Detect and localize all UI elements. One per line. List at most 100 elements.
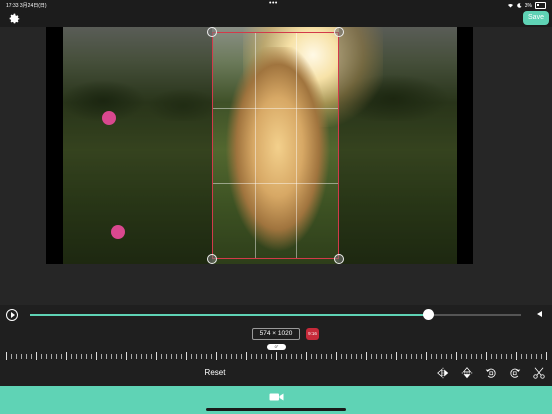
ruler-tick (406, 354, 407, 359)
scissors-icon[interactable] (532, 366, 546, 380)
ruler-tick (321, 354, 322, 359)
ruler-tick (431, 354, 432, 359)
crop-grid-line (213, 107, 338, 109)
status-bar: 17:33 3月24日(日) ••• 3% (0, 0, 552, 11)
ruler-tick (231, 354, 232, 359)
ruler-tick (411, 354, 412, 359)
ruler-tick (121, 354, 122, 359)
dimension-label[interactable]: 574 × 1020 (252, 328, 300, 340)
ruler-tick (86, 354, 87, 359)
ruler-tick (66, 352, 67, 360)
ruler-tick (501, 354, 502, 359)
ruler-tick (311, 354, 312, 359)
play-icon[interactable] (6, 309, 18, 321)
ruler-tick (401, 354, 402, 359)
crop-grid-line (213, 182, 338, 184)
crop-grid-line (296, 33, 297, 258)
ruler-tick (26, 354, 27, 359)
ruler-tick (266, 354, 267, 359)
ruler-tick (156, 352, 157, 360)
ruler-tick (61, 354, 62, 359)
multitasking-dots[interactable]: ••• (269, 0, 278, 7)
ruler-tick (131, 354, 132, 359)
marker-dot[interactable] (111, 225, 125, 239)
home-indicator[interactable] (206, 408, 346, 411)
ruler-tick (426, 352, 427, 360)
ruler-tick (441, 354, 442, 359)
ruler-tick (211, 354, 212, 359)
crop-frame[interactable] (212, 32, 339, 259)
flip-vertical-icon[interactable] (460, 366, 474, 380)
ruler-tick (41, 354, 42, 359)
ruler-tick (101, 354, 102, 359)
ruler-tick (396, 352, 397, 360)
ruler-tick (146, 354, 147, 359)
ruler-tick (256, 354, 257, 359)
ruler-tick (526, 354, 527, 359)
ruler-tick (306, 352, 307, 360)
ruler-tick (226, 354, 227, 359)
ruler-tick (111, 354, 112, 359)
ruler-tick (451, 354, 452, 359)
flip-horizontal-icon[interactable] (436, 366, 450, 380)
ruler-tick (461, 354, 462, 359)
ruler-tick (316, 354, 317, 359)
ruler-tick (271, 354, 272, 359)
aspect-ratio-badge[interactable]: 9:16 (306, 328, 319, 340)
ruler-tick (511, 354, 512, 359)
ruler-tick (251, 354, 252, 359)
ruler-tick (386, 354, 387, 359)
ruler-tick (216, 352, 217, 360)
ruler-tick (16, 354, 17, 359)
ruler-tick (186, 352, 187, 360)
chevron-left-icon[interactable] (535, 309, 545, 319)
playback-scrubber[interactable] (30, 309, 521, 320)
scrubber-thumb[interactable] (422, 309, 434, 320)
ruler-tick (516, 352, 517, 360)
ruler-tick (536, 354, 537, 359)
save-button[interactable]: Save (523, 11, 549, 25)
ruler-tick (106, 354, 107, 359)
battery-icon (535, 2, 546, 9)
ruler-tick (491, 354, 492, 359)
rotate-right-icon[interactable] (508, 366, 522, 380)
gear-icon[interactable] (8, 12, 21, 25)
ruler-tick (351, 354, 352, 359)
ruler-tick (541, 354, 542, 359)
ruler-tick (296, 354, 297, 359)
ruler-tick (531, 354, 532, 359)
rotate-left-icon[interactable] (484, 366, 498, 380)
ruler-tick (301, 354, 302, 359)
ruler-tick (481, 354, 482, 359)
ruler-tick (496, 354, 497, 359)
crop-handle-bottom-right[interactable] (334, 254, 344, 264)
crop-handle-bottom-left[interactable] (207, 254, 217, 264)
ruler-tick (31, 354, 32, 359)
ruler-tick (446, 354, 447, 359)
ruler-tick (356, 354, 357, 359)
ruler-tick (71, 354, 72, 359)
ruler-tick (246, 352, 247, 360)
top-toolbar: Save (0, 11, 552, 27)
ruler-tick (286, 354, 287, 359)
ruler-tick (201, 354, 202, 359)
ruler-tick (521, 354, 522, 359)
ruler-tick (341, 354, 342, 359)
crop-handle-top-right[interactable] (334, 27, 344, 37)
ruler-tick (36, 352, 37, 360)
ruler-tick (46, 354, 47, 359)
marker-dot[interactable] (102, 111, 116, 125)
ruler-tick (241, 354, 242, 359)
rotation-ruler[interactable] (6, 351, 547, 363)
status-time: 17:33 3月24日(日) (6, 3, 47, 9)
video-camera-icon[interactable] (269, 392, 284, 402)
status-indicators: 3% (507, 2, 546, 9)
ruler-tick (466, 354, 467, 359)
reset-button[interactable]: Reset (198, 367, 232, 379)
ruler-tick (436, 354, 437, 359)
ruler-tick (346, 354, 347, 359)
ruler-tick (326, 354, 327, 359)
ruler-tick (176, 354, 177, 359)
crop-handle-top-left[interactable] (207, 27, 217, 37)
crop-mask-right (339, 27, 457, 264)
